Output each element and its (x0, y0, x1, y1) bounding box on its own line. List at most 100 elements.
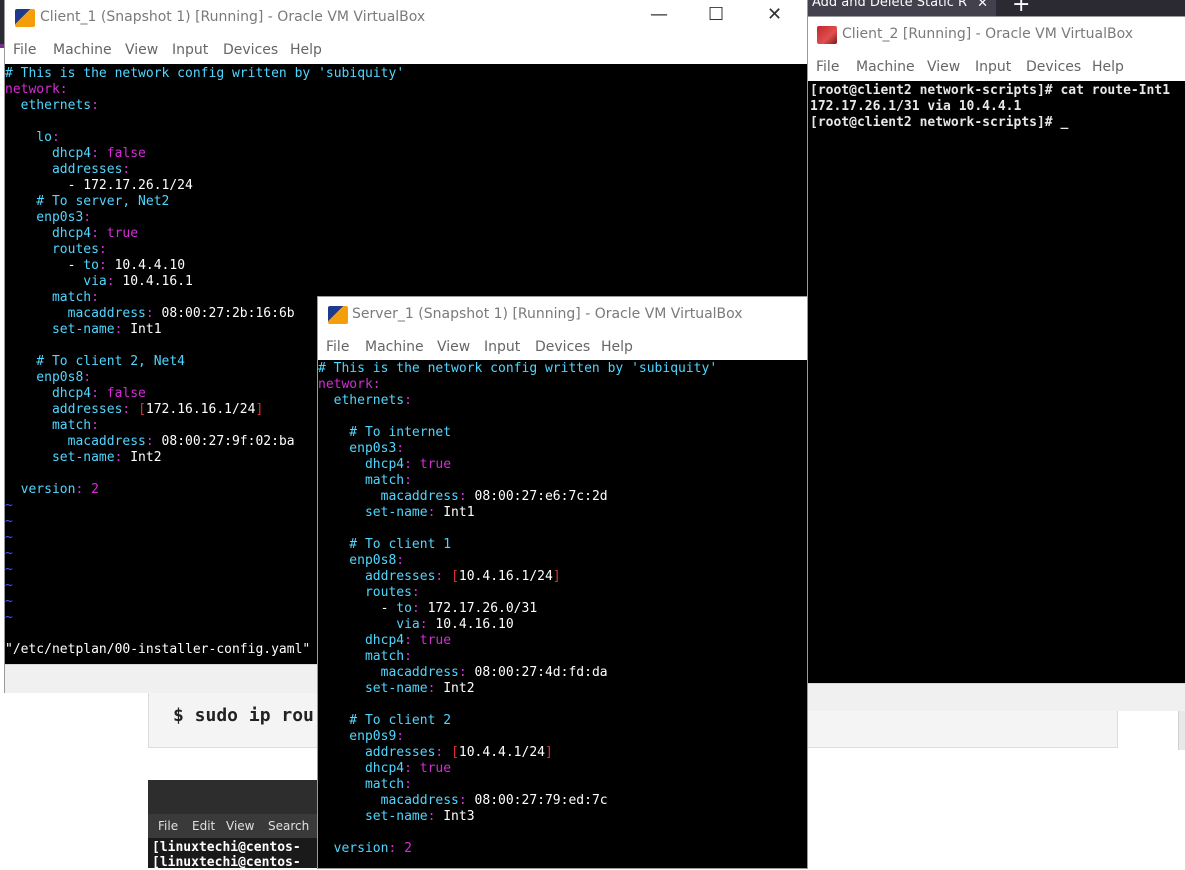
yaml-line: # To client 1 (318, 537, 452, 552)
client1-title: Client_1 (Snapshot 1) [Running] - Oracle… (40, 9, 426, 25)
yaml-line: match: (5, 290, 99, 305)
yaml-line: via: 10.4.16.1 (5, 274, 193, 289)
vim-tilde: ~ (5, 594, 13, 609)
yaml-line: routes: (318, 585, 420, 600)
yaml-line: macaddress: 08:00:27:79:ed:7c (318, 793, 608, 808)
terminal-menu-view[interactable]: View (226, 819, 254, 833)
client2-statusbar (808, 683, 1185, 711)
menu-file[interactable]: File (816, 59, 839, 75)
vim-tilde: ~ (5, 610, 13, 625)
yaml-line: # To internet (318, 425, 452, 440)
virtualbox-icon (817, 26, 837, 44)
yaml-line: - to: 172.17.26.0/31 (318, 601, 538, 616)
terminal-line: [root@client2 network-scripts]# cat rout… (810, 83, 1171, 98)
close-icon[interactable]: ✕ (767, 4, 782, 25)
yaml-line: set-name: Int3 (318, 809, 475, 824)
yaml-line: # To server, Net2 (5, 194, 170, 209)
menu-devices[interactable]: Devices (535, 339, 590, 355)
yaml-line: network: (5, 82, 68, 97)
yaml-line: addresses: [10.4.4.1/24] (318, 745, 553, 760)
menu-machine[interactable]: Machine (856, 59, 915, 75)
menu-input[interactable]: Input (484, 339, 520, 355)
menu-view[interactable]: View (125, 42, 158, 58)
yaml-line: - 172.17.26.1/24 (5, 178, 193, 193)
menu-devices[interactable]: Devices (223, 42, 278, 58)
yaml-line: addresses: [172.16.16.1/24] (5, 402, 264, 417)
yaml-line: set-name: Int1 (5, 322, 162, 337)
vim-tilde: ~ (5, 498, 13, 513)
yaml-line: set-name: Int1 (318, 505, 475, 520)
vim-status-line: "/etc/netplan/00-installer-config.yaml" (5, 642, 311, 657)
menu-view[interactable]: View (927, 59, 960, 75)
client2-titlebar[interactable]: Client_2 [Running] - Oracle VM VirtualBo… (808, 17, 1185, 53)
background-terminal: File Edit View Search [linuxtechi@centos… (148, 780, 318, 870)
virtualbox-icon (328, 306, 348, 324)
menu-help[interactable]: Help (290, 42, 322, 58)
menu-file[interactable]: File (13, 42, 36, 58)
yaml-line: enp0s8: (5, 370, 92, 385)
yaml-line: dhcp4: false (5, 146, 146, 161)
yaml-line: set-name: Int2 (5, 450, 162, 465)
yaml-line: - to: 10.4.4.10 (5, 258, 186, 273)
menu-devices[interactable]: Devices (1026, 59, 1081, 75)
terminal-line: [linuxtechi@centos- (152, 840, 301, 855)
yaml-line: network: (318, 377, 381, 392)
vim-tilde: ~ (5, 578, 13, 593)
terminal-menu-file[interactable]: File (158, 819, 178, 833)
yaml-line: match: (318, 473, 412, 488)
menu-help[interactable]: Help (1092, 59, 1124, 75)
yaml-line: lo: (5, 130, 60, 145)
menu-view[interactable]: View (437, 339, 470, 355)
yaml-line: enp0s3: (5, 210, 92, 225)
server1-title: Server_1 (Snapshot 1) [Running] - Oracle… (352, 306, 743, 322)
yaml-line: match: (318, 649, 412, 664)
menu-help[interactable]: Help (601, 339, 633, 355)
terminal-line: 172.17.26.1/31 via 10.4.4.1 (810, 99, 1022, 114)
menu-input[interactable]: Input (172, 42, 208, 58)
yaml-line: version: 2 (5, 482, 99, 497)
menu-file[interactable]: File (326, 339, 349, 355)
yaml-line: version: 2 (318, 841, 412, 856)
vim-tilde: ~ (5, 546, 13, 561)
server1-window: Server_1 (Snapshot 1) [Running] - Oracle… (318, 297, 807, 868)
terminal-menu-search[interactable]: Search (268, 819, 309, 833)
server1-titlebar[interactable]: Server_1 (Snapshot 1) [Running] - Oracle… (318, 297, 807, 333)
minimize-icon[interactable]: — (650, 4, 668, 25)
terminal-line: [root@client2 network-scripts]# _ (810, 115, 1069, 130)
menu-machine[interactable]: Machine (53, 42, 112, 58)
terminal-menu-edit[interactable]: Edit (192, 819, 215, 833)
yaml-line: ethernets: (318, 393, 412, 408)
yaml-line: addresses: [10.4.16.1/24] (318, 569, 561, 584)
yaml-line: dhcp4: true (318, 457, 452, 472)
browser-tab-label: Add and Delete Static R (812, 0, 968, 10)
yaml-line: match: (5, 418, 99, 433)
client2-title: Client_2 [Running] - Oracle VM VirtualBo… (842, 26, 1134, 42)
yaml-line: dhcp4: true (5, 226, 139, 241)
yaml-line: # This is the network config written by … (5, 66, 405, 81)
close-tab-icon[interactable]: ✕ (977, 0, 988, 10)
new-tab-icon[interactable]: + (1012, 0, 1030, 16)
client2-window: Client_2 [Running] - Oracle VM VirtualBo… (808, 17, 1185, 711)
menu-machine[interactable]: Machine (365, 339, 424, 355)
server1-menubar: File Machine View Input Devices Help (318, 335, 807, 359)
client2-vm-screen[interactable]: [root@client2 network-scripts]# cat rout… (808, 81, 1185, 683)
yaml-line: addresses: (5, 162, 131, 177)
maximize-icon[interactable]: ☐ (708, 4, 724, 25)
yaml-line: dhcp4: true (318, 633, 452, 648)
server1-vm-screen[interactable]: # This is the network config written by … (318, 360, 807, 868)
yaml-line: dhcp4: false (5, 386, 146, 401)
yaml-line: set-name: Int2 (318, 681, 475, 696)
terminal-menubar: File Edit View Search (148, 814, 318, 838)
menu-input[interactable]: Input (975, 59, 1011, 75)
yaml-line: routes: (5, 242, 107, 257)
browser-tab[interactable]: Add and Delete Static R ✕ (806, 0, 996, 17)
yaml-line: # This is the network config written by … (318, 361, 718, 376)
yaml-line: dhcp4: true (318, 761, 452, 776)
yaml-line: via: 10.4.16.10 (318, 617, 514, 632)
yaml-line: ethernets: (5, 98, 99, 113)
vim-tilde: ~ (5, 530, 13, 545)
yaml-line: # To client 2, Net4 (5, 354, 186, 369)
vim-tilde: ~ (5, 562, 13, 577)
client1-titlebar[interactable]: Client_1 (Snapshot 1) [Running] - Oracle… (5, 0, 807, 36)
yaml-line: match: (318, 777, 412, 792)
